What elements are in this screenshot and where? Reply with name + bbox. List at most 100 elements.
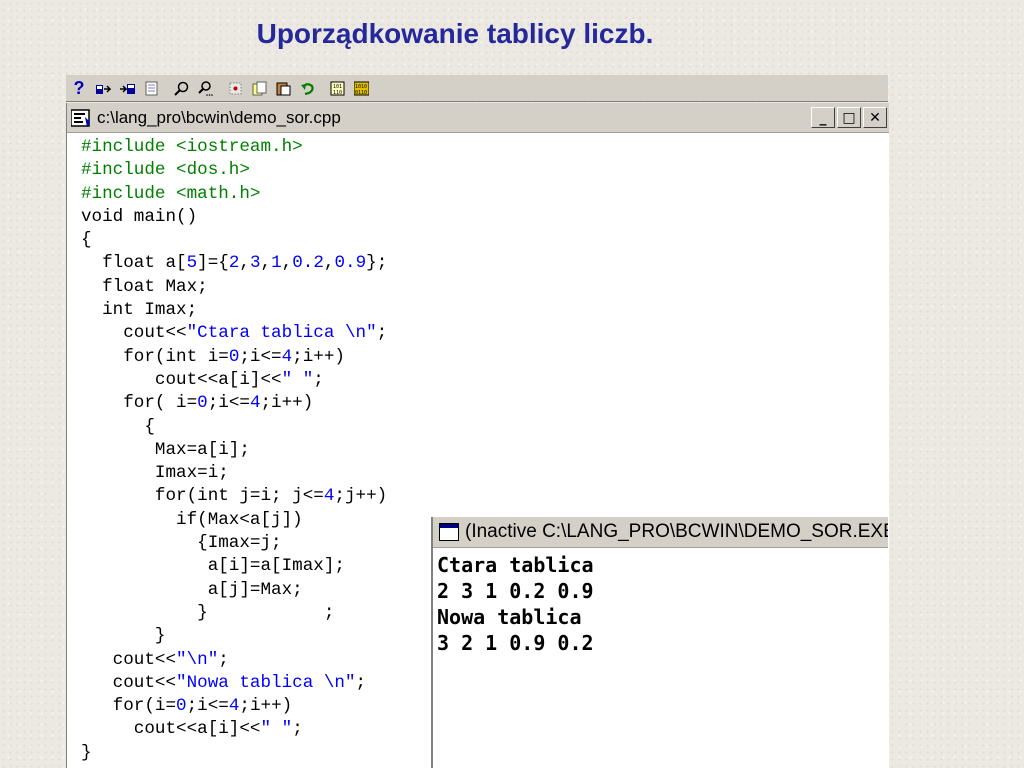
code-token: for(i= bbox=[81, 696, 177, 717]
code-line[interactable]: { bbox=[81, 416, 387, 439]
code-line[interactable]: } ; bbox=[81, 602, 387, 625]
code-token: ;i++) bbox=[239, 696, 293, 717]
code-line[interactable]: cout<<a[i]<<" "; bbox=[81, 718, 387, 741]
code-token: cout<<a[i]<< bbox=[81, 369, 282, 390]
editor-app-icon bbox=[71, 108, 90, 127]
find-next-button[interactable] bbox=[194, 77, 216, 99]
find-next-icon bbox=[197, 80, 213, 96]
code-line[interactable]: cout<<"Ctara tablica \n"; bbox=[81, 322, 387, 345]
code-token: cout<<a[i]<< bbox=[81, 719, 261, 740]
code-token: {Imax=j; bbox=[81, 533, 282, 554]
code-line[interactable]: int Imax; bbox=[81, 299, 387, 322]
code-token: a[i]=a[Imax]; bbox=[81, 556, 345, 577]
code-token: Max=a[i]; bbox=[81, 439, 250, 460]
code-token: cout<< bbox=[81, 649, 177, 670]
help-button[interactable]: ? bbox=[68, 77, 90, 99]
code-token: for(int j=i; j<= bbox=[81, 486, 324, 507]
code-line[interactable]: for(int j=i; j<=4;j++) bbox=[81, 485, 387, 508]
code-line[interactable]: for(i=0;i<=4;i++) bbox=[81, 695, 387, 718]
svg-text:110: 110 bbox=[333, 90, 342, 96]
code-line[interactable]: } bbox=[81, 625, 387, 648]
run-button[interactable]: 1010 0110 bbox=[350, 77, 372, 99]
save-project-button[interactable] bbox=[116, 77, 138, 99]
code-line[interactable]: Imax=i; bbox=[81, 462, 387, 485]
copy-button[interactable] bbox=[248, 77, 270, 99]
code-token: { bbox=[81, 230, 92, 251]
window-controls: _ □ ✕ bbox=[809, 107, 887, 128]
code-token: 4 bbox=[281, 346, 293, 367]
code-line[interactable]: cout<<a[i]<<" "; bbox=[81, 369, 387, 392]
code-token: ; bbox=[313, 369, 324, 390]
code-token: ; bbox=[292, 719, 303, 740]
code-token: cout<< bbox=[81, 672, 177, 693]
cut-button[interactable] bbox=[224, 77, 246, 99]
editor-titlebar[interactable]: c:\lang_pro\bcwin\demo_sor.cpp _ □ ✕ bbox=[67, 103, 889, 133]
compile-icon: 101110 bbox=[330, 81, 344, 96]
code-token: , bbox=[260, 253, 272, 274]
code-token: cout<< bbox=[81, 323, 187, 344]
find-icon bbox=[173, 81, 188, 96]
console-output-line: Ctara tablica bbox=[437, 553, 594, 577]
editor-title: c:\lang_pro\bcwin\demo_sor.cpp bbox=[97, 107, 341, 127]
code-line[interactable]: Max=a[i]; bbox=[81, 439, 387, 462]
paste-button[interactable] bbox=[272, 77, 294, 99]
code-line[interactable]: for( i=0;i<=4;i++) bbox=[81, 392, 387, 415]
console-window[interactable]: (Inactive C:\LANG_PRO\BCWIN\DEMO_SOR.EXE… bbox=[431, 517, 888, 768]
code-token: 0 bbox=[197, 393, 208, 414]
code-line[interactable]: float Max; bbox=[81, 276, 387, 299]
code-line[interactable]: for(int i=0;i<=4;i++) bbox=[81, 346, 387, 369]
notes-button[interactable] bbox=[140, 77, 162, 99]
notes-icon bbox=[145, 81, 157, 95]
code-line[interactable]: a[i]=a[Imax]; bbox=[81, 555, 387, 578]
code-line[interactable]: #include <dos.h> bbox=[81, 159, 387, 182]
code-token: #include <math.h> bbox=[81, 183, 261, 204]
code-token: 0.2 bbox=[292, 253, 324, 274]
code-token: ; bbox=[376, 323, 388, 344]
code-line[interactable]: } bbox=[81, 742, 387, 765]
close-button[interactable]: ✕ bbox=[863, 107, 887, 128]
code-token: 0.9 bbox=[334, 253, 367, 274]
code-token: ; bbox=[355, 672, 367, 693]
code-token: ;j++) bbox=[334, 486, 388, 507]
code-token: } bbox=[81, 626, 166, 647]
console-output-line: Nowa tablica bbox=[437, 605, 582, 629]
code-line[interactable]: #include <iostream.h> bbox=[81, 136, 387, 159]
save-project-icon bbox=[119, 83, 135, 94]
code-token: 4 bbox=[228, 696, 240, 717]
undo-button[interactable] bbox=[296, 77, 318, 99]
code-line[interactable]: void main() bbox=[81, 206, 387, 229]
code-token: 2 bbox=[228, 253, 240, 274]
code-line[interactable]: a[j]=Max; bbox=[81, 579, 387, 602]
code-token: } bbox=[81, 742, 92, 763]
find-button[interactable] bbox=[170, 77, 192, 99]
code-token: 5 bbox=[186, 253, 198, 274]
code-token: ;i++) bbox=[292, 346, 345, 367]
code-token: 4 bbox=[249, 393, 261, 414]
code-token: 1 bbox=[271, 253, 282, 274]
code-line[interactable]: #include <math.h> bbox=[81, 183, 387, 206]
code-token: float Max; bbox=[81, 276, 208, 297]
compile-button[interactable]: 101 110 bbox=[326, 77, 348, 99]
code-line[interactable]: float a[5]={2,3,1,0.2,0.9}; bbox=[81, 252, 387, 275]
code-token: 4 bbox=[323, 486, 335, 507]
open-project-button[interactable] bbox=[92, 77, 114, 99]
code-token: Imax=i; bbox=[81, 463, 229, 484]
code-line[interactable]: { bbox=[81, 229, 387, 252]
code-token: , bbox=[239, 253, 250, 274]
source-code[interactable]: #include <iostream.h> #include <dos.h> #in… bbox=[81, 136, 387, 765]
code-token: a[j]=Max; bbox=[81, 579, 303, 600]
code-token: , bbox=[281, 253, 293, 274]
code-line[interactable]: cout<<"\n"; bbox=[81, 649, 387, 672]
code-token: for( i= bbox=[81, 393, 198, 414]
code-token: if(Max<a[j]) bbox=[81, 509, 303, 530]
code-token: 0 bbox=[176, 696, 187, 717]
paste-icon bbox=[276, 82, 290, 95]
code-line[interactable]: if(Max<a[j]) bbox=[81, 509, 387, 532]
code-line[interactable]: cout<<"Nowa tablica \n"; bbox=[81, 672, 387, 695]
console-titlebar[interactable]: (Inactive C:\LANG_PRO\BCWIN\DEMO_SOR.EXE… bbox=[433, 517, 888, 548]
code-token: ;i<= bbox=[207, 393, 250, 414]
minimize-button[interactable]: _ bbox=[811, 107, 835, 128]
code-line[interactable]: {Imax=j; bbox=[81, 532, 387, 555]
code-token: int Imax; bbox=[81, 300, 198, 321]
maximize-button[interactable]: □ bbox=[837, 107, 861, 128]
